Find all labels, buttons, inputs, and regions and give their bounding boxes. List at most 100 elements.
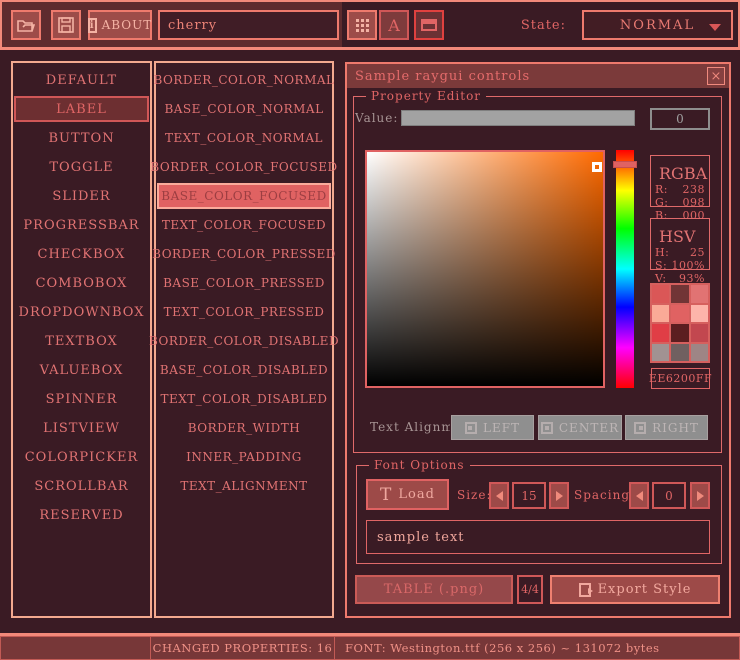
s-label: S: <box>655 259 667 272</box>
rgba-group: RGBA R: 238 G: 098 B: 000 <box>650 155 710 207</box>
size-label: Size: <box>457 482 492 509</box>
triangle-right-icon <box>556 491 563 501</box>
state-dropdown[interactable]: NORMAL <box>582 10 733 40</box>
property-item-text_color_focused[interactable]: TEXT_COLOR_FOCUSED <box>157 212 331 238</box>
spacing-increment-button[interactable] <box>690 482 710 509</box>
window-title: Sample raygui controls <box>355 69 530 84</box>
palette-swatch-8[interactable] <box>691 324 708 342</box>
palette-swatch-0[interactable] <box>652 285 669 303</box>
property-item-base_color_focused[interactable]: BASE_COLOR_FOCUSED <box>157 183 331 209</box>
hsv-row-h[interactable]: H: 25 <box>655 246 705 259</box>
control-item-valuebox[interactable]: VALUEBOX <box>14 357 149 383</box>
align-right-icon <box>634 422 646 434</box>
triangle-left-icon <box>636 491 643 501</box>
palette-swatch-5[interactable] <box>691 305 708 323</box>
s-value: 100% <box>672 259 705 272</box>
rgba-title: RGBA <box>655 164 711 183</box>
control-item-label[interactable]: LABEL <box>14 96 149 122</box>
style-name-input[interactable] <box>158 10 339 40</box>
property-item-border_color_focused[interactable]: BORDER_COLOR_FOCUSED <box>157 154 331 180</box>
table-pages-box[interactable]: 4/4 <box>517 575 543 604</box>
status-bar: CHANGED PROPERTIES: 16 FONT: Westington.… <box>0 633 740 660</box>
property-item-border_color_normal[interactable]: BORDER_COLOR_NORMAL <box>157 67 331 93</box>
folder-open-icon <box>17 18 35 32</box>
window-close-button[interactable]: × <box>707 67 725 85</box>
about-button-label: ABOUT <box>102 18 153 32</box>
open-style-button[interactable] <box>11 10 41 40</box>
chevron-down-icon <box>709 24 721 31</box>
property-item-base_color_pressed[interactable]: BASE_COLOR_PRESSED <box>157 270 331 296</box>
floppy-save-icon <box>58 17 74 33</box>
size-increment-button[interactable] <box>549 482 569 509</box>
property-item-border_color_pressed[interactable]: BORDER_COLOR_PRESSED <box>157 241 331 267</box>
text-alignment-label: Text Alignme <box>370 415 450 440</box>
property-item-text_color_disabled[interactable]: TEXT_COLOR_DISABLED <box>157 386 331 412</box>
size-decrement-button[interactable] <box>489 482 509 509</box>
font-load-button[interactable]: T Load <box>366 479 449 510</box>
control-item-reserved[interactable]: RESERVED <box>14 502 149 528</box>
window-titlebar[interactable]: Sample raygui controls <box>347 64 729 88</box>
export-style-button[interactable]: Export Style <box>550 575 720 604</box>
control-item-textbox[interactable]: TEXTBOX <box>14 328 149 354</box>
align-right-button[interactable]: RIGHT <box>625 415 708 440</box>
value-box[interactable]: 0 <box>650 108 710 130</box>
control-item-colorpicker[interactable]: COLORPICKER <box>14 444 149 470</box>
table-view-button[interactable] <box>347 10 377 40</box>
property-item-border_width[interactable]: BORDER_WIDTH <box>157 415 331 441</box>
rgba-row-r[interactable]: R: 238 <box>655 183 705 196</box>
control-item-slider[interactable]: SLIDER <box>14 183 149 209</box>
palette-swatch-2[interactable] <box>691 285 708 303</box>
hsv-row-s[interactable]: S: 100% <box>655 259 705 272</box>
about-button[interactable]: i ABOUT <box>88 10 152 40</box>
color-picker-panel[interactable] <box>365 150 605 388</box>
spacing-decrement-button[interactable] <box>629 482 649 509</box>
table-png-button[interactable]: TABLE (.png) <box>355 575 513 604</box>
palette-swatch-6[interactable] <box>652 324 669 342</box>
control-item-button[interactable]: BUTTON <box>14 125 149 151</box>
hue-bar[interactable] <box>616 150 634 388</box>
save-style-button[interactable] <box>51 10 81 40</box>
control-item-spinner[interactable]: SPINNER <box>14 386 149 412</box>
palette-swatch-9[interactable] <box>652 344 669 362</box>
control-item-scrollbar[interactable]: SCROLLBAR <box>14 473 149 499</box>
value-slider[interactable] <box>401 110 635 126</box>
hsv-title: HSV <box>655 227 699 246</box>
palette-swatch-4[interactable] <box>671 305 688 323</box>
align-center-button[interactable]: CENTER <box>538 415 622 440</box>
property-item-text_alignment[interactable]: TEXT_ALIGNMENT <box>157 473 331 499</box>
hue-slider-handle[interactable] <box>613 161 637 168</box>
palette-swatch-7[interactable] <box>671 324 688 342</box>
font-settings-button[interactable]: A <box>379 10 409 40</box>
palette-swatch-1[interactable] <box>671 285 688 303</box>
control-item-listview[interactable]: LISTVIEW <box>14 415 149 441</box>
palette-swatch-3[interactable] <box>652 305 669 323</box>
control-item-toggle[interactable]: TOGGLE <box>14 154 149 180</box>
control-item-default[interactable]: DEFAULT <box>14 67 149 93</box>
control-item-progressbar[interactable]: PROGRESSBAR <box>14 212 149 238</box>
property-item-border_color_disabled[interactable]: BORDER_COLOR_DISABLED <box>157 328 331 354</box>
property-item-text_color_normal[interactable]: TEXT_COLOR_NORMAL <box>157 125 331 151</box>
status-changed-properties: CHANGED PROPERTIES: 16 <box>151 636 335 660</box>
control-item-dropdownbox[interactable]: DROPDOWNBOX <box>14 299 149 325</box>
sample-window-toggle-button[interactable] <box>414 10 444 40</box>
color-picker-cursor[interactable] <box>592 162 602 172</box>
spacing-value-box[interactable]: 0 <box>652 482 686 509</box>
sample-text-box[interactable]: sample text <box>366 520 710 554</box>
export-style-label: Export Style <box>598 582 692 597</box>
property-item-base_color_disabled[interactable]: BASE_COLOR_DISABLED <box>157 357 331 383</box>
align-left-button[interactable]: LEFT <box>451 415 534 440</box>
control-item-checkbox[interactable]: CHECKBOX <box>14 241 149 267</box>
spacing-label: Spacing: <box>574 482 635 509</box>
control-item-combobox[interactable]: COMBOBOX <box>14 270 149 296</box>
hex-color-box[interactable]: EE6200FF <box>651 368 710 389</box>
palette-swatch-11[interactable] <box>691 344 708 362</box>
property-item-inner_padding[interactable]: INNER_PADDING <box>157 444 331 470</box>
property-item-base_color_normal[interactable]: BASE_COLOR_NORMAL <box>157 96 331 122</box>
property-item-text_color_pressed[interactable]: TEXT_COLOR_PRESSED <box>157 299 331 325</box>
rgba-row-g[interactable]: G: 098 <box>655 196 705 209</box>
align-left-label: LEFT <box>483 421 520 435</box>
status-font-info: FONT: Westington.ttf (256 x 256) ~ 13107… <box>335 636 740 660</box>
size-value-box[interactable]: 15 <box>512 482 546 509</box>
palette-swatch-10[interactable] <box>671 344 688 362</box>
spacing-value: 0 <box>665 489 673 503</box>
